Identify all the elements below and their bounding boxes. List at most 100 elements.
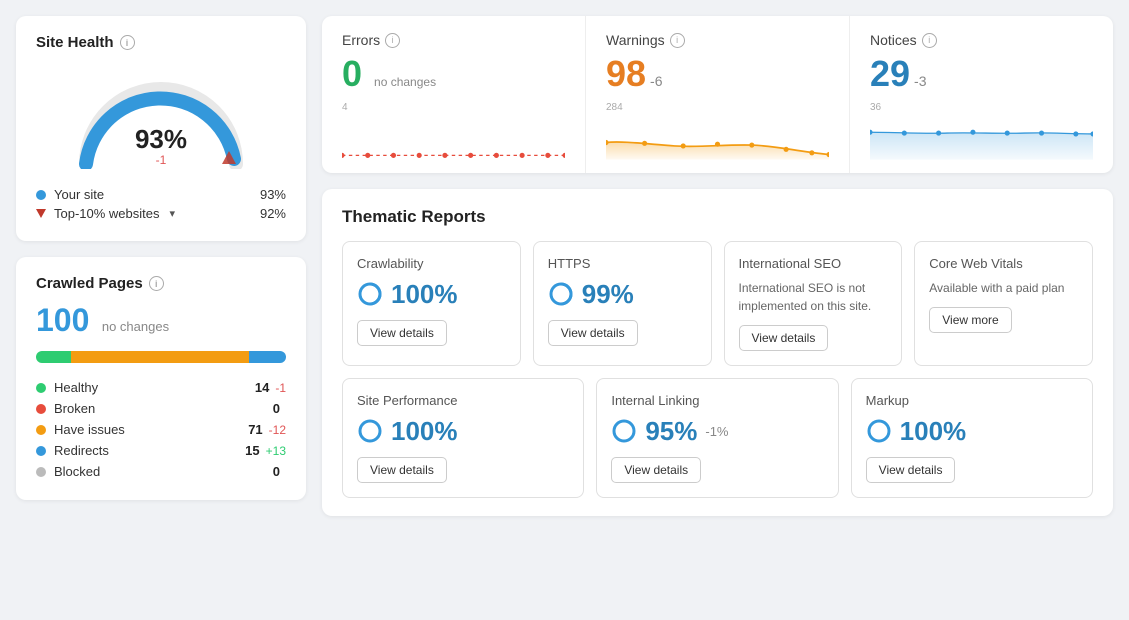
- internal-linking-name: Internal Linking: [611, 393, 823, 408]
- report-international-seo: International SEO International SEO is n…: [724, 241, 903, 366]
- errors-info-icon[interactable]: i: [385, 33, 400, 48]
- crawlability-score: 100%: [357, 279, 506, 310]
- warnings-chart-svg: [606, 115, 829, 170]
- crawled-nochange: no changes: [102, 319, 169, 334]
- stat-dot: [36, 404, 46, 414]
- crawled-progress-bar: [36, 351, 286, 363]
- metrics-row: Errors i 0 no changes 4: [322, 16, 1113, 173]
- crawlability-score-icon: [357, 281, 383, 307]
- top10-icon: [36, 209, 46, 218]
- stat-count: 0: [273, 401, 280, 416]
- warnings-metric: Warnings i 98 -6 284: [586, 16, 850, 173]
- report-core-web-vitals: Core Web Vitals Available with a paid pl…: [914, 241, 1093, 366]
- gauge-wrap: 93% -1: [71, 69, 251, 169]
- your-site-legend: Your site 93%: [36, 185, 286, 204]
- stat-label: Have issues: [54, 422, 248, 437]
- https-view-btn[interactable]: View details: [548, 320, 638, 346]
- internal-linking-delta: -1%: [705, 424, 728, 439]
- top10-legend: Top-10% websites ▾ 92%: [36, 204, 286, 223]
- stat-rows: Healthy14-1Broken0Have issues71-12Redire…: [36, 377, 286, 482]
- notices-value: 29: [870, 54, 910, 94]
- notices-title: Notices i: [870, 32, 1093, 48]
- progress-issues: [71, 351, 249, 363]
- markup-name: Markup: [866, 393, 1078, 408]
- stat-row: Redirects15 +13: [36, 440, 286, 461]
- report-internal-linking: Internal Linking 95% -1% View details: [596, 378, 838, 498]
- https-score: 99%: [548, 279, 697, 310]
- stat-count: 14: [255, 380, 269, 395]
- site-health-card: Site Health i 93% -1: [16, 16, 306, 241]
- errors-title: Errors i: [342, 32, 565, 48]
- warnings-chart: 284: [606, 102, 829, 157]
- intl-seo-view-btn[interactable]: View details: [739, 325, 829, 351]
- gauge-label: 93% -1: [135, 126, 187, 167]
- cwv-name: Core Web Vitals: [929, 256, 1078, 271]
- markup-view-btn[interactable]: View details: [866, 457, 956, 483]
- gauge-delta: -1: [135, 153, 187, 167]
- notices-delta: -3: [914, 73, 926, 89]
- stat-dot: [36, 383, 46, 393]
- markup-score-icon: [866, 418, 892, 444]
- cwv-desc: Available with a paid plan: [929, 279, 1078, 297]
- errors-metric: Errors i 0 no changes 4: [322, 16, 586, 173]
- your-site-value: 93%: [260, 187, 286, 202]
- warnings-value: 98: [606, 54, 646, 94]
- report-crawlability: Crawlability 100% View details: [342, 241, 521, 366]
- stat-dot: [36, 425, 46, 435]
- your-site-dot: [36, 190, 46, 200]
- stat-label: Redirects: [54, 443, 245, 458]
- thematic-reports-title: Thematic Reports: [342, 207, 1093, 227]
- notices-chart: 36: [870, 102, 1093, 157]
- top10-dropdown-icon[interactable]: ▾: [170, 207, 176, 220]
- internal-linking-view-btn[interactable]: View details: [611, 457, 701, 483]
- warnings-title: Warnings i: [606, 32, 829, 48]
- crawlability-name: Crawlability: [357, 256, 506, 271]
- crawled-count: 100: [36, 302, 89, 338]
- stat-row: Healthy14-1: [36, 377, 286, 398]
- notices-info-icon[interactable]: i: [922, 33, 937, 48]
- site-perf-view-btn[interactable]: View details: [357, 457, 447, 483]
- errors-subtext: no changes: [374, 75, 436, 89]
- stat-row: Broken0: [36, 398, 286, 419]
- https-name: HTTPS: [548, 256, 697, 271]
- your-site-label: Your site: [54, 187, 104, 202]
- cwv-view-btn[interactable]: View more: [929, 307, 1011, 333]
- reports-grid-row2: Site Performance 100% View details Inter…: [342, 378, 1093, 498]
- stat-delta: +13: [266, 444, 286, 458]
- report-markup: Markup 100% View details: [851, 378, 1093, 498]
- crawlability-view-btn[interactable]: View details: [357, 320, 447, 346]
- errors-chart-svg: [342, 115, 565, 170]
- internal-linking-score-icon: [611, 418, 637, 444]
- top10-label: Top-10% websites: [54, 206, 160, 221]
- stat-delta: -12: [269, 423, 286, 437]
- site-health-info-icon[interactable]: i: [120, 35, 135, 50]
- report-https: HTTPS 99% View details: [533, 241, 712, 366]
- warnings-delta: -6: [650, 73, 662, 89]
- stat-count: 0: [273, 464, 280, 479]
- https-score-icon: [548, 281, 574, 307]
- stat-row: Have issues71 -12: [36, 419, 286, 440]
- gauge-percentage: 93%: [135, 124, 187, 154]
- intl-seo-name: International SEO: [739, 256, 888, 271]
- site-perf-name: Site Performance: [357, 393, 569, 408]
- stat-delta: -1: [275, 381, 286, 395]
- site-health-title: Site Health i: [36, 34, 286, 51]
- gauge-container: 93% -1: [36, 61, 286, 175]
- warnings-info-icon[interactable]: i: [670, 33, 685, 48]
- errors-value: 0: [342, 54, 362, 94]
- errors-chart: 4: [342, 102, 565, 157]
- site-perf-score-icon: [357, 418, 383, 444]
- crawled-pages-card: Crawled Pages i 100 no changes Healthy14…: [16, 257, 306, 500]
- markup-score: 100%: [866, 416, 1078, 447]
- progress-healthy: [36, 351, 71, 363]
- stat-count: 15: [245, 443, 259, 458]
- reports-grid-row1: Crawlability 100% View details HTTPS: [342, 241, 1093, 366]
- crawled-pages-title: Crawled Pages i: [36, 275, 286, 292]
- dashboard: Site Health i 93% -1: [16, 16, 1113, 516]
- thematic-reports-card: Thematic Reports Crawlability 100% View …: [322, 189, 1113, 516]
- stat-dot: [36, 467, 46, 477]
- left-column: Site Health i 93% -1: [16, 16, 306, 516]
- stat-count: 71: [248, 422, 262, 437]
- site-perf-score: 100%: [357, 416, 569, 447]
- crawled-pages-info-icon[interactable]: i: [149, 276, 164, 291]
